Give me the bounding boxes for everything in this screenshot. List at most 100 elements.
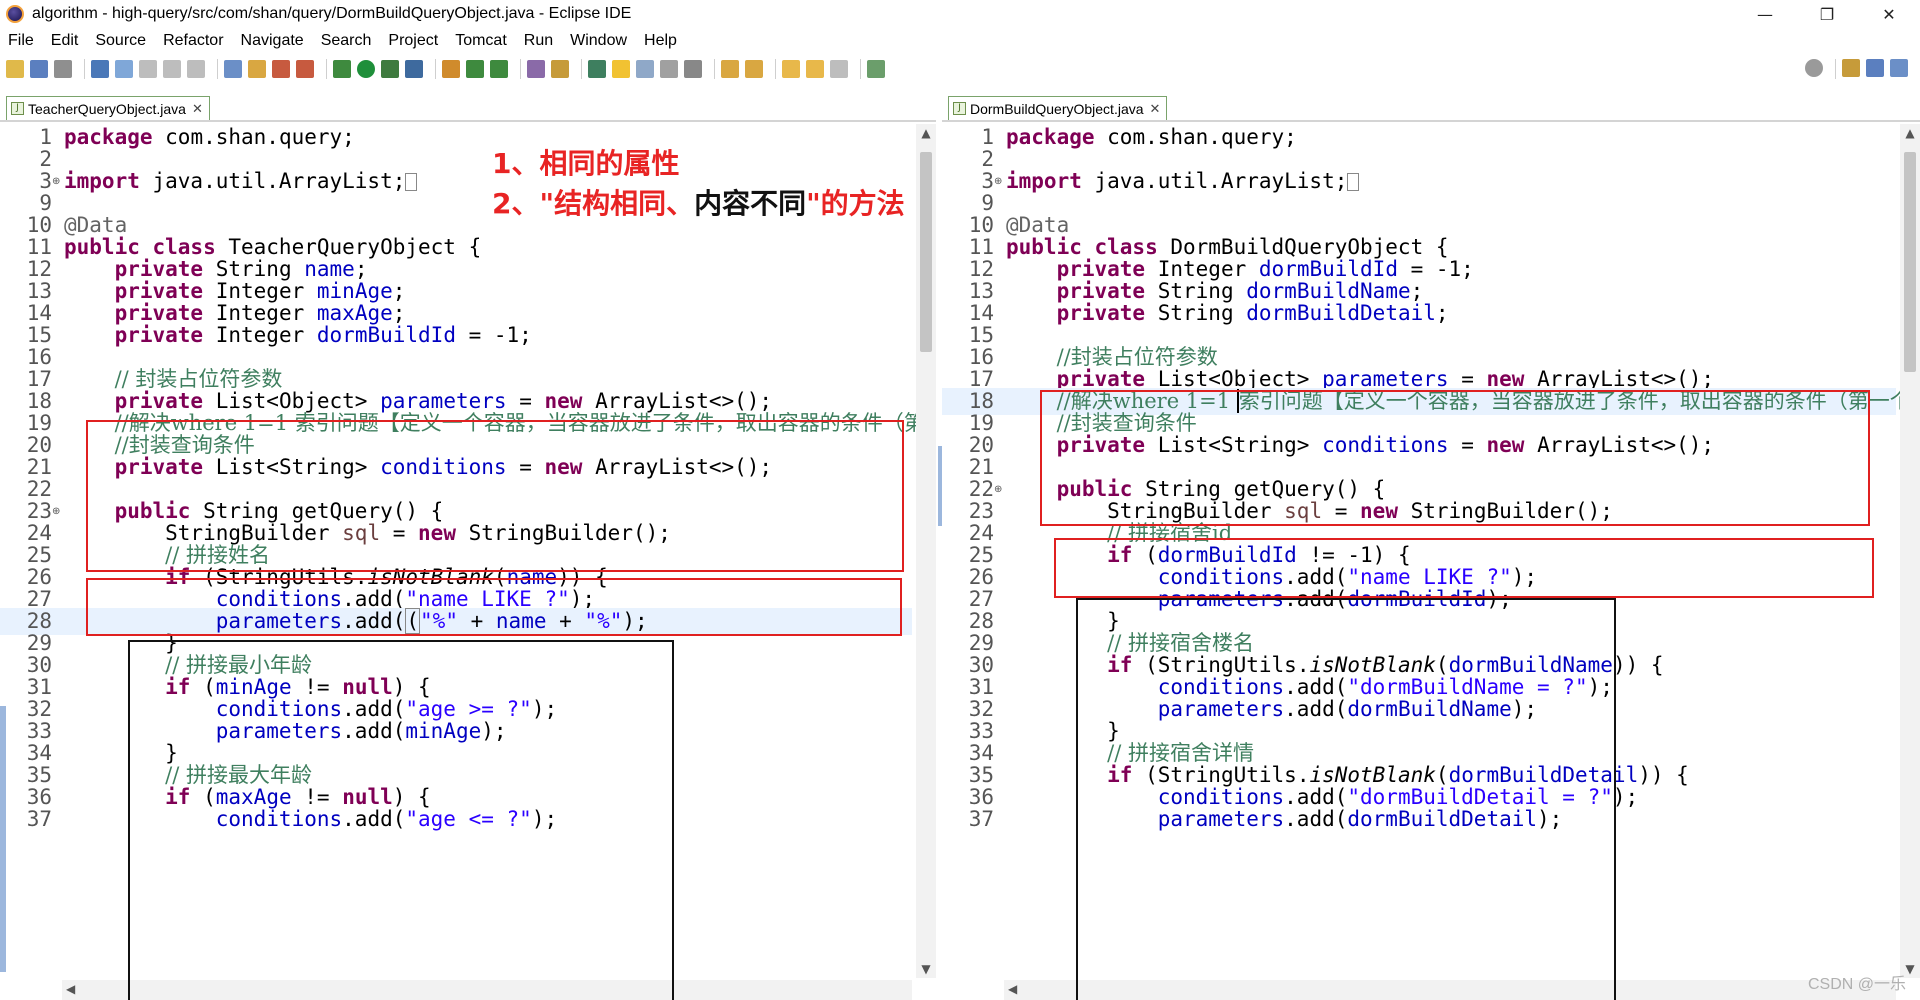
annotation-line-2-part-c: "的方法 [806,187,905,220]
toolbar-separator [860,59,861,79]
new-java-project-icon[interactable] [442,60,460,78]
coverage-icon[interactable] [381,60,399,78]
step-over-icon[interactable] [248,60,266,78]
toolbar-separator [581,59,582,79]
code-text: conditions.add("age <= ?"); [215,807,558,831]
code-text: parameters.add(dormBuildDetail); [1157,807,1563,831]
previous-annotation-icon[interactable] [745,60,763,78]
menu-source[interactable]: Source [95,32,146,50]
scroll-left-icon[interactable]: ◀ [66,982,75,996]
toolbar-separator [520,59,521,79]
code-line[interactable]: 37 conditions.add("age <= ?"); [0,806,912,833]
menu-run[interactable]: Run [524,32,553,50]
annotation-line-2-part-a: 2、"结构相同、 [492,187,695,220]
eclipse-icon [6,5,24,23]
menu-help[interactable]: Help [644,32,677,50]
annotation-line-2: 2、"结构相同、内容不同"的方法 [492,184,905,224]
search-icon[interactable] [1805,59,1823,77]
toolbar-separator [217,59,218,79]
menu-project[interactable]: Project [388,32,438,50]
debug-icon[interactable] [333,60,351,78]
menu-window[interactable]: Window [570,32,627,50]
scroll-down-icon[interactable]: ▼ [916,962,936,976]
resume-icon[interactable] [139,60,157,78]
toggle-annotation-icon[interactable] [588,60,606,78]
menu-search[interactable]: Search [321,32,372,50]
mark-occurrences-icon[interactable] [612,60,630,78]
menu-tomcat[interactable]: Tomcat [455,32,507,50]
show-whitespace-icon[interactable] [660,60,678,78]
vertical-scrollbar[interactable]: ▲ ▼ [916,124,936,978]
toolbar-separator [775,59,776,79]
run-icon[interactable] [357,60,375,78]
pin-editor-icon[interactable] [867,60,885,78]
change-marker [0,706,6,972]
menu-edit[interactable]: Edit [51,32,79,50]
java-file-icon: J [953,102,966,115]
watermark: CSDN @一乐 [1807,976,1906,993]
open-type-icon[interactable] [527,60,545,78]
next-annotation-icon[interactable] [721,60,739,78]
new-package-icon[interactable] [466,60,484,78]
close-tab-icon[interactable]: ✕ [192,101,203,117]
pilcrow-icon[interactable] [684,60,702,78]
forward-icon[interactable] [830,60,848,78]
scroll-left-icon[interactable]: ◀ [1008,982,1017,996]
main-toolbar [0,54,1920,84]
save-icon[interactable] [30,60,48,78]
scroll-thumb[interactable] [920,152,932,352]
code-line[interactable]: 37 parameters.add(dormBuildDetail); [942,806,1896,833]
toolbar-separator [435,59,436,79]
code-editor[interactable]: 1 package com.shan.query; 2 3 ⊕ import java.u… [0,124,936,978]
annotation-line-2-part-b: 内容不同 [694,187,807,220]
menu-bar: File Edit Source Refactor Navigate Search Proj… [0,28,1920,54]
toolbar-separator [84,59,85,79]
step-return-icon[interactable] [272,60,290,78]
toolbar-separator [326,59,327,79]
search-tool-icon[interactable] [551,60,569,78]
back-icon[interactable] [806,60,824,78]
horizontal-scrollbar[interactable]: ◀ [1004,980,1896,1000]
step-into-icon[interactable] [224,60,242,78]
minimize-button[interactable]: — [1734,0,1796,28]
suspend-icon[interactable] [163,60,181,78]
scroll-up-icon[interactable]: ▲ [916,126,936,140]
save-all-icon[interactable] [54,60,72,78]
horizontal-scrollbar[interactable]: ◀ [62,980,912,1000]
window-title-bar: algorithm - high-query/src/com/shan/quer… [0,0,1920,28]
menu-refactor[interactable]: Refactor [163,32,223,50]
left-editor-pane: J TeacherQueryObject.java ✕ 1 package com… [0,96,936,1000]
annotation-note: 1、相同的属性 2、"结构相同、内容不同"的方法 [492,144,905,224]
scroll-thumb[interactable] [1904,152,1916,372]
open-perspective-icon[interactable] [1842,59,1860,77]
external-tools-icon[interactable] [405,60,423,78]
last-edit-icon[interactable] [782,60,800,78]
scroll-up-icon[interactable]: ▲ [1900,126,1920,140]
restore-button[interactable]: ❐ [1796,0,1858,28]
terminate-icon[interactable] [187,60,205,78]
line-number: 37 [26,807,52,831]
drop-to-frame-icon[interactable] [296,60,314,78]
java-file-icon: J [11,102,24,115]
annotation-line-1: 1、相同的属性 [492,147,680,180]
java-ee-perspective-icon[interactable] [1866,59,1884,77]
close-window-button[interactable]: ✕ [1858,0,1920,28]
block-selection-icon[interactable] [636,60,654,78]
new-class-icon[interactable] [490,60,508,78]
vertical-scrollbar[interactable]: ▲ ▼ [1900,124,1920,978]
menu-file[interactable]: File [8,32,34,50]
toolbar-separator [714,59,715,79]
right-editor-pane: J DormBuildQueryObject.java ✕ 1 package c… [942,96,1920,1000]
code-editor[interactable]: 1 package com.shan.query; 2 3 ⊕ import java.u… [942,124,1920,978]
tab-label: TeacherQueryObject.java [28,100,186,117]
toolbar-separator [1835,59,1836,79]
terminal-icon[interactable] [91,60,109,78]
skip-breakpoints-icon[interactable] [115,60,133,78]
tab-dorm-build-query-object[interactable]: J DormBuildQueryObject.java ✕ [948,96,1168,120]
close-tab-icon[interactable]: ✕ [1150,101,1161,117]
line-number: 37 [968,807,994,831]
menu-navigate[interactable]: Navigate [241,32,304,50]
new-icon[interactable] [6,60,24,78]
java-perspective-icon[interactable] [1890,59,1908,77]
tab-teacher-query-object[interactable]: J TeacherQueryObject.java ✕ [6,96,210,120]
